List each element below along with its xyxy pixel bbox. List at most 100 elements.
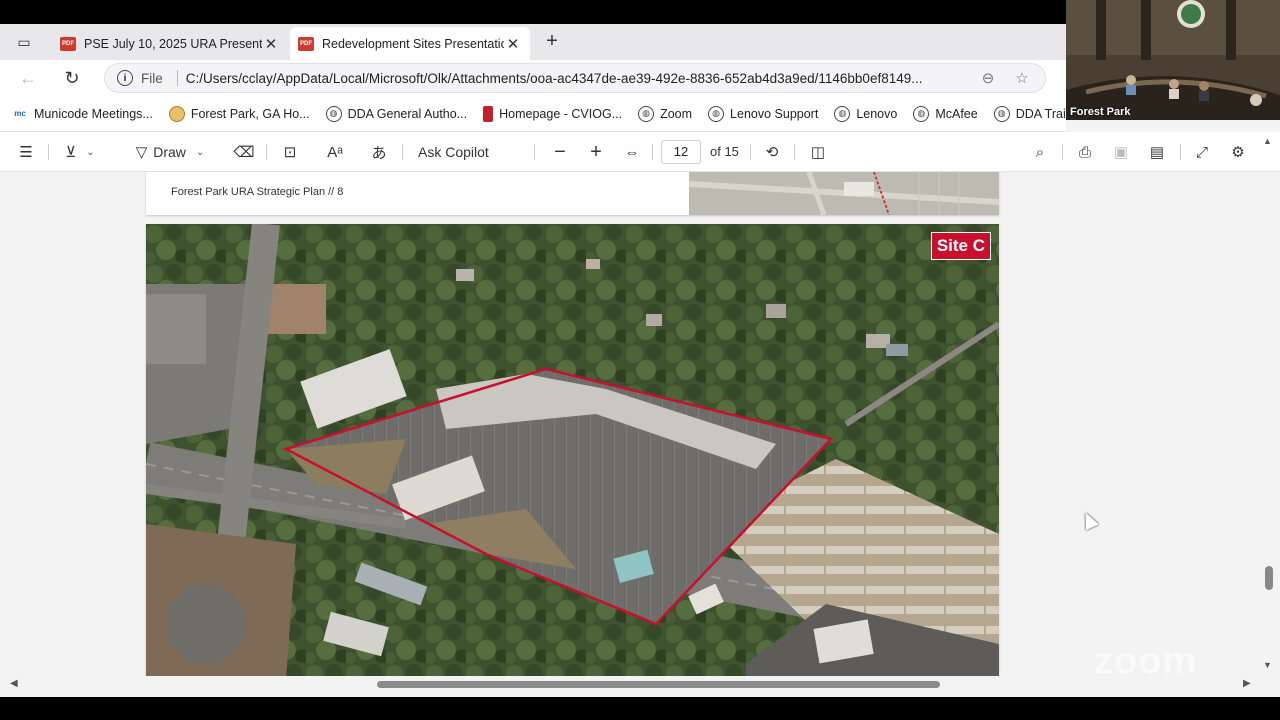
screen: ▭ PDF PSE July 10, 2025 URA Presentatio … [0, 0, 1280, 720]
bookmark-forest-park[interactable]: Forest Park, GA Ho... [168, 105, 310, 122]
previous-page: Forest Park URA Strategic Plan // 8 [146, 172, 999, 215]
page-footer-text: Forest Park URA Strategic Plan // 8 [171, 186, 344, 198]
new-tab-icon[interactable]: + [540, 29, 564, 53]
translate-icon[interactable]: あ [367, 140, 391, 164]
cviog-icon [483, 105, 494, 122]
draw-label: Draw [153, 144, 186, 160]
zoom-out-icon[interactable]: − [548, 140, 572, 164]
bookmark-label: Lenovo [856, 106, 898, 121]
address-row: ← ↻ i File C:/Users/cclay/AppData/Local/… [0, 60, 1066, 96]
toolbar-divider [1062, 144, 1063, 160]
zoom-magnifier-icon[interactable]: ⊖ [977, 69, 999, 87]
text-box-icon[interactable]: ⊡ [278, 140, 302, 164]
page-total: of 15 [710, 144, 739, 159]
horizontal-scroll-thumb[interactable] [377, 681, 940, 688]
municode-icon: mc [12, 105, 28, 122]
bookmark-lenovo-support[interactable]: ◍ Lenovo Support [708, 105, 819, 122]
tab-strip: ▭ PDF PSE July 10, 2025 URA Presentatio … [0, 24, 1066, 60]
copilot-label: Ask Copilot [418, 144, 489, 160]
toolbar-divider [794, 144, 795, 160]
meeting-room-video [1066, 0, 1280, 120]
address-bar[interactable]: i File C:/Users/cclay/AppData/Local/Micr… [104, 63, 1046, 93]
bookmark-label: Municode Meetings... [34, 106, 153, 121]
toolbar-divider [652, 144, 653, 160]
scroll-right-icon[interactable]: ▶ [1243, 678, 1251, 689]
scroll-down-icon[interactable]: ▼ [1263, 660, 1272, 670]
fullscreen-icon[interactable]: ⤢ [1190, 140, 1214, 164]
bookmark-lenovo[interactable]: ◍ Lenovo [834, 105, 898, 122]
toolbar-divider [48, 144, 49, 160]
page-map-thumbnail [689, 172, 999, 215]
chevron-down-icon: ⌄ [195, 146, 205, 158]
forest-park-icon [168, 105, 185, 122]
bookmark-dda-training[interactable]: ◍ DDA Training [993, 105, 1066, 122]
print-icon[interactable]: ⎙ [1073, 140, 1097, 164]
close-icon[interactable]: ✕ [262, 35, 280, 53]
horizontal-scrollbar[interactable]: ◀ ▶ [0, 676, 1262, 692]
toolbar-divider [402, 144, 403, 160]
bookmark-label: DDA Training [1015, 106, 1066, 121]
eraser-icon[interactable]: ⌫ [232, 140, 256, 164]
reload-icon[interactable]: ↻ [60, 66, 84, 90]
bookmark-dda-general[interactable]: ◍ DDA General Autho... [325, 105, 468, 122]
toolbar-divider [750, 144, 751, 160]
zoom-watermark: zoom [1094, 640, 1198, 682]
globe-icon: ◍ [638, 105, 655, 122]
globe-icon: ◍ [325, 105, 342, 122]
aerial-site-image: Site C [146, 224, 999, 676]
url-text[interactable]: C:/Users/cclay/AppData/Local/Microsoft/O… [186, 71, 965, 86]
site-label: Site C [930, 232, 991, 260]
close-icon[interactable]: ✕ [504, 35, 522, 53]
participant-name: Forest Park [1070, 106, 1131, 118]
page-number-input[interactable]: 12 [661, 140, 701, 164]
pdf-viewer[interactable]: Forest Park URA Strategic Plan // 8 Site… [0, 172, 1280, 676]
bookmark-zoom[interactable]: ◍ Zoom [638, 105, 693, 122]
back-arrow-icon[interactable]: ← [16, 66, 40, 90]
contents-list-icon[interactable]: ☰ [14, 140, 38, 164]
read-aloud-icon[interactable]: Aᵃ [323, 140, 347, 164]
bookmarks-bar: mc Municode Meetings... Forest Park, GA H… [0, 96, 1066, 132]
bookmark-municode[interactable]: mc Municode Meetings... [12, 105, 153, 122]
bookmark-label: Lenovo Support [730, 106, 819, 121]
tab-title: Redevelopment Sites Presentation [322, 36, 504, 51]
pdf-icon: PDF [298, 36, 314, 51]
globe-icon: ◍ [993, 105, 1010, 122]
fit-width-icon[interactable]: ⇔ [620, 140, 644, 164]
bookmark-label: Zoom [660, 106, 693, 121]
search-icon[interactable]: ⌕ [1028, 140, 1052, 164]
info-icon[interactable]: i [117, 70, 133, 86]
scroll-left-icon[interactable]: ◀ [10, 678, 18, 689]
vertical-scroll-thumb[interactable] [1265, 566, 1273, 590]
highlight-button[interactable]: ⊻ ⌄ [58, 140, 102, 164]
toolbar-divider [534, 144, 535, 160]
zoom-participant-video[interactable]: Forest Park [1066, 0, 1280, 120]
save-icon[interactable]: ▣ [1109, 140, 1133, 164]
ask-copilot-button[interactable]: Ask Copilot [414, 140, 498, 164]
bookmark-cviog[interactable]: Homepage - CVIOG... [483, 105, 622, 122]
draw-button[interactable]: ▽ Draw ⌄ [124, 140, 216, 164]
page-view-icon[interactable]: ◫ [806, 140, 830, 164]
scroll-up-icon[interactable]: ▲ [1263, 136, 1272, 146]
url-scheme: File [141, 70, 163, 86]
chevron-down-icon: ⌄ [86, 146, 95, 158]
save-as-icon[interactable]: ▤ [1145, 140, 1169, 164]
pdf-icon: PDF [60, 36, 76, 51]
globe-icon: ◍ [834, 105, 851, 122]
bookmark-label: Forest Park, GA Ho... [190, 106, 310, 121]
toolbar-divider [266, 144, 267, 160]
tab-redevelopment-sites[interactable]: PDF Redevelopment Sites Presentation ✕ [290, 27, 530, 60]
favorite-star-icon[interactable]: ☆ [1011, 69, 1033, 87]
toolbar-divider [1180, 144, 1181, 160]
zoom-in-icon[interactable]: + [584, 140, 608, 164]
globe-icon: ◍ [913, 105, 930, 122]
settings-gear-icon[interactable]: ⚙ [1226, 140, 1250, 164]
bookmark-label: DDA General Autho... [347, 106, 468, 121]
globe-icon: ◍ [708, 105, 725, 122]
bookmark-mcafee[interactable]: ◍ McAfee [913, 105, 978, 122]
tab-title: PSE July 10, 2025 URA Presentatio [84, 36, 262, 51]
rotate-icon[interactable]: ⟲ [760, 140, 784, 164]
tab-actions-icon[interactable]: ▭ [10, 31, 38, 53]
tab-pse-presentation[interactable]: PDF PSE July 10, 2025 URA Presentatio ✕ [52, 27, 288, 60]
url-divider [176, 70, 178, 86]
vertical-scrollbar[interactable]: ▲ ▼ [1262, 132, 1274, 677]
